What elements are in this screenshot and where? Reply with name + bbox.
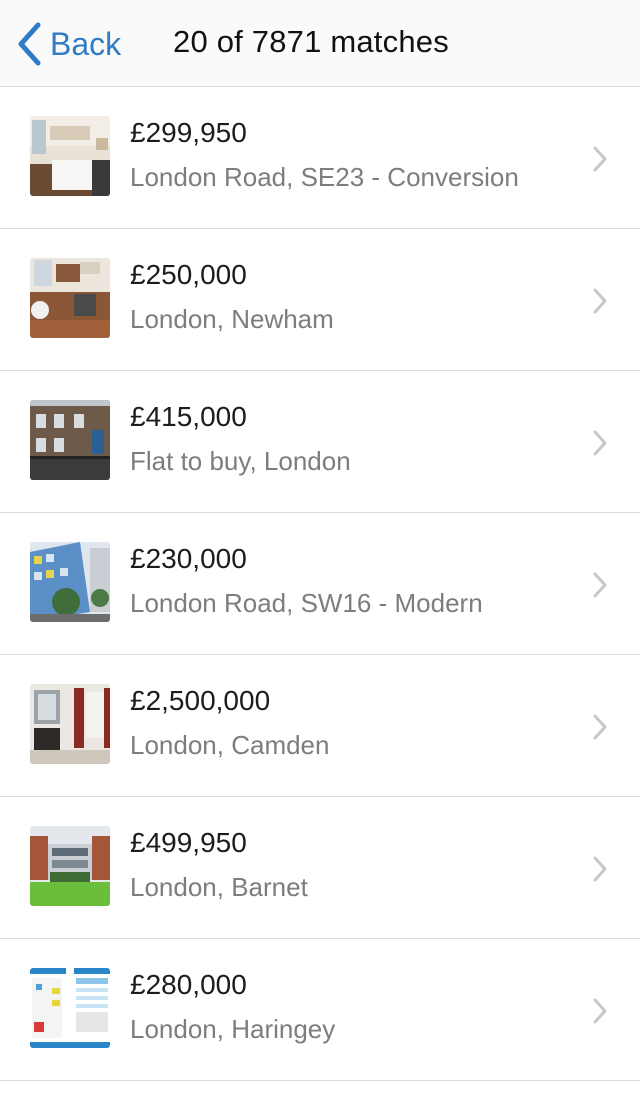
chevron-right-icon — [593, 288, 607, 314]
listing-price: £499,950 — [130, 827, 247, 858]
kitchen-photo-thumbnail — [30, 116, 110, 196]
listing-description: Flat to buy, London — [130, 446, 351, 476]
listing-list: £299,950 London Road, SE23 - Conversion … — [0, 87, 640, 1081]
chevron-right-icon — [593, 998, 607, 1024]
chevron-right-icon — [593, 572, 607, 598]
listing-row[interactable]: £250,000 London, Newham — [0, 229, 640, 371]
listing-row[interactable]: £499,950 London, Barnet — [0, 797, 640, 939]
chevron-right-icon — [593, 146, 607, 172]
back-button[interactable]: Back — [16, 22, 121, 66]
floorplan-document-photo-thumbnail — [30, 968, 110, 1048]
chevron-right-icon — [593, 714, 607, 740]
navigation-bar: Back 20 of 7871 matches — [0, 0, 640, 87]
listing-description: London, Haringey — [130, 1014, 336, 1044]
listing-price: £280,000 — [130, 969, 247, 1000]
brick-building-photo-thumbnail — [30, 400, 110, 480]
listing-price: £415,000 — [130, 401, 247, 432]
chevron-right-icon — [593, 430, 607, 456]
listing-description: London Road, SW16 - Modern — [130, 588, 483, 618]
listing-row[interactable]: £415,000 Flat to buy, London — [0, 371, 640, 513]
living-room-photo-thumbnail — [30, 684, 110, 764]
building-lawn-photo-thumbnail — [30, 826, 110, 906]
listing-price: £2,500,000 — [130, 685, 271, 716]
listing-description: London, Newham — [130, 304, 334, 334]
chevron-right-icon — [593, 856, 607, 882]
listing-description: London, Camden — [130, 730, 330, 760]
listing-row[interactable]: £280,000 London, Haringey — [0, 939, 640, 1081]
listing-price: £250,000 — [130, 259, 247, 290]
listing-row[interactable]: £2,500,000 London, Camden — [0, 655, 640, 797]
listing-description: London Road, SE23 - Conversion — [130, 162, 519, 192]
page-title: 20 of 7871 matches — [173, 24, 449, 59]
modern-building-photo-thumbnail — [30, 542, 110, 622]
listing-row[interactable]: £230,000 London Road, SW16 - Modern — [0, 513, 640, 655]
chevron-left-icon — [18, 22, 41, 66]
kitchen-photo-thumbnail — [30, 258, 110, 338]
listing-price: £230,000 — [130, 543, 247, 574]
listing-price: £299,950 — [130, 117, 247, 148]
listing-description: London, Barnet — [130, 872, 308, 902]
back-label: Back — [50, 25, 122, 62]
listing-row[interactable]: £299,950 London Road, SE23 - Conversion — [0, 87, 640, 229]
